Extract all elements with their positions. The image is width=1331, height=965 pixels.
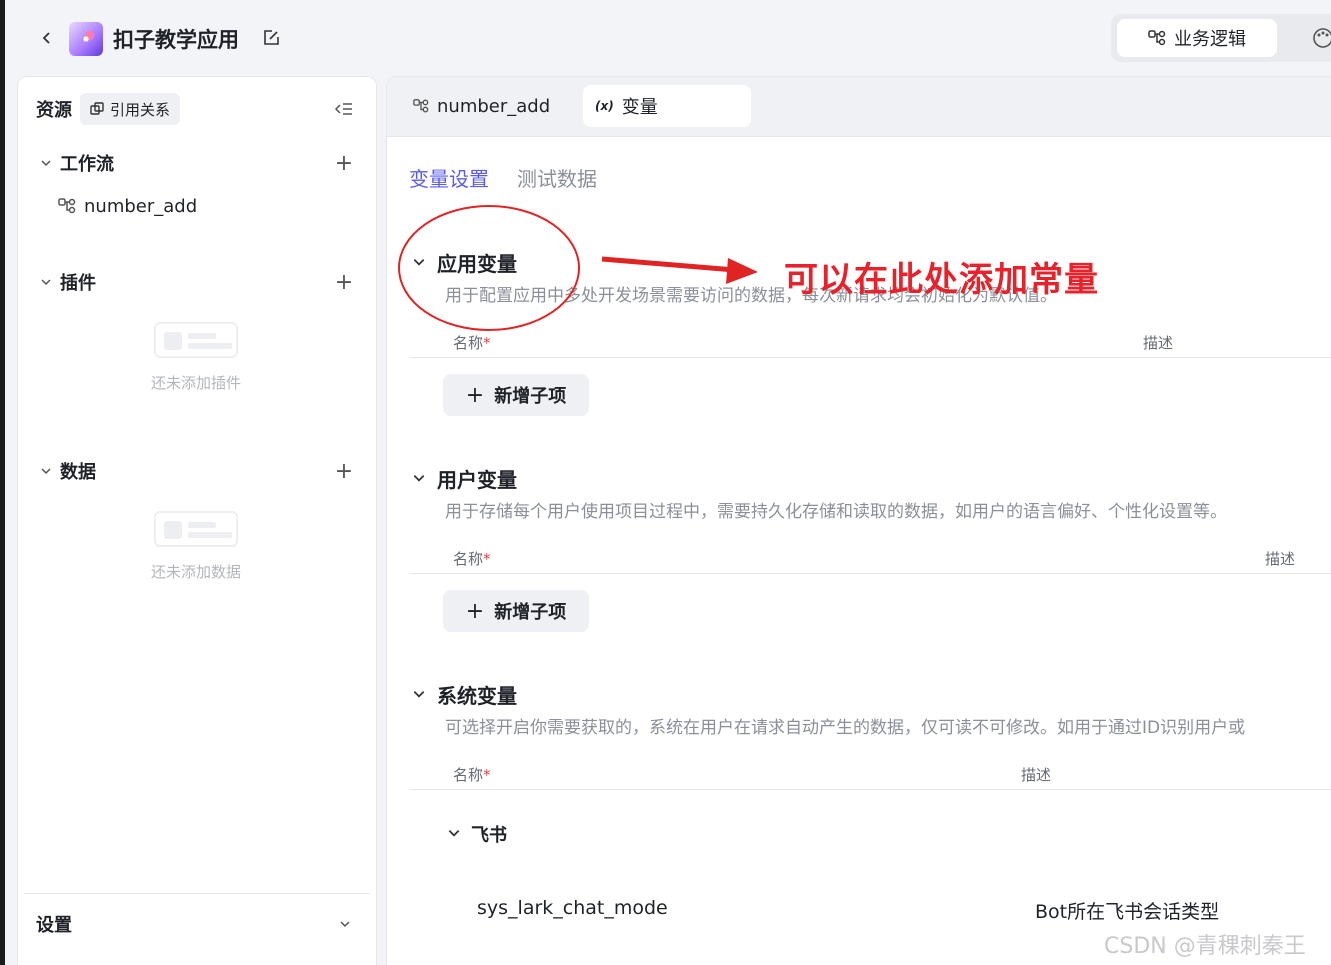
chevron-down-icon (409, 468, 429, 488)
app-title: 扣子教学应用 (113, 28, 239, 52)
user-variables-header[interactable]: 用户变量 (409, 463, 1331, 493)
settings-label: 设置 (36, 915, 72, 936)
main-panel: number_add (x) 变量 变量设置 测试数据 应用变量 用于配置应用中… (386, 76, 1331, 965)
watermark: CSDN @青稞刺秦王 (1104, 934, 1306, 959)
workflow-label: 工作流 (60, 154, 114, 175)
sidebar-item-number-add[interactable]: number_add (58, 191, 356, 221)
workflow-icon (1148, 30, 1166, 46)
add-data-icon[interactable]: + (332, 459, 356, 484)
plugin-section-header[interactable]: 插件 + (36, 266, 356, 298)
chevron-left-icon (42, 32, 50, 44)
add-user-variable-button[interactable]: + 新增子项 (443, 590, 589, 632)
left-edge (0, 0, 5, 965)
variable-icon: (x) (595, 99, 614, 113)
data-empty-text: 还未添加数据 (150, 563, 241, 581)
plugin-label: 插件 (60, 273, 96, 294)
sidebar-title: 资源 (36, 100, 72, 121)
add-workflow-icon[interactable]: + (332, 151, 356, 176)
reference-relation-button[interactable]: 引用关系 (80, 93, 181, 125)
biz-logic-button[interactable]: 业务逻辑 (1117, 19, 1277, 57)
app-header: 扣子教学应用 业务逻辑 (5, 0, 1331, 76)
system-variables-header[interactable]: 系统变量 (409, 679, 1331, 709)
add-label: 新增子项 (494, 602, 567, 623)
plugin-empty-state: 还未添加插件 (36, 322, 356, 393)
palette-icon[interactable] (1311, 26, 1331, 50)
edit-icon[interactable] (259, 26, 283, 50)
chevron-down-icon (447, 824, 461, 845)
workflow-section: 工作流 + number_add (36, 147, 356, 221)
reference-relation-label: 引用关系 (110, 100, 171, 119)
collapse-sidebar-icon[interactable] (334, 99, 354, 119)
col-name-header: 名称* (453, 334, 491, 352)
data-label: 数据 (60, 462, 96, 483)
chevron-down-icon (36, 153, 56, 173)
col-desc-header: 描述 (1021, 766, 1052, 784)
chevron-down-icon (36, 461, 56, 481)
col-desc-header: 描述 (1265, 550, 1296, 568)
feishu-group-label: 飞书 (471, 825, 507, 846)
data-empty-state: 还未添加数据 (36, 511, 356, 582)
plus-icon: + (465, 598, 485, 624)
sidebar-item-label: number_add (84, 195, 198, 217)
biz-logic-label: 业务逻辑 (1174, 29, 1246, 50)
system-variables-table-header: 名称* 描述 (409, 756, 1331, 790)
sidebar-divider (24, 893, 370, 894)
add-app-variable-button[interactable]: + 新增子项 (443, 374, 589, 416)
header-mode-switch: 业务逻辑 (1111, 14, 1331, 62)
plugin-empty-text: 还未添加插件 (150, 374, 241, 392)
chevron-down-icon (36, 272, 56, 292)
user-variables-table-header: 名称* 描述 (409, 540, 1331, 574)
plugin-section: 插件 + 还未添加插件 (36, 266, 356, 406)
user-variables-section: 用户变量 用于存储每个用户使用项目过程中，需要持久化存储和读取的数据，如用户的语… (409, 463, 1331, 632)
system-variables-section: 系统变量 可选择开启你需要获取的，系统在用户在请求自动产生的数据，仅可读不可修改… (409, 679, 1331, 790)
user-variables-title: 用户变量 (437, 467, 517, 492)
feishu-group-header[interactable]: 飞书 (447, 821, 507, 847)
settings-section-header[interactable]: 设置 (36, 909, 356, 939)
system-variable-desc: Bot所在飞书会话类型 (1035, 901, 1220, 923)
add-plugin-icon[interactable]: + (332, 270, 356, 295)
data-section-header[interactable]: 数据 + (36, 455, 356, 487)
back-button[interactable] (33, 24, 61, 52)
col-name-header: 名称* (453, 766, 491, 784)
plus-icon: + (465, 382, 485, 408)
tab-label: 变量 (621, 97, 658, 118)
tab-variables[interactable]: (x) 变量 (583, 85, 751, 127)
data-section: 数据 + 还未添加数据 (36, 455, 356, 595)
user-variables-desc: 用于存储每个用户使用项目过程中，需要持久化存储和读取的数据，如用户的语言偏好、个… (445, 502, 1227, 522)
col-desc-header: 描述 (1143, 334, 1174, 352)
tab-label: number_add (437, 95, 551, 117)
chevron-down-icon (334, 913, 356, 935)
workflow-icon (58, 198, 76, 214)
tab-variable-settings[interactable]: 变量设置 (409, 163, 489, 192)
sub-tabs: 变量设置 测试数据 (409, 163, 597, 192)
app-variables-table-header: 名称* 描述 (409, 324, 1331, 358)
file-tab-bar: number_add (x) 变量 (387, 77, 1331, 137)
system-variable-name: sys_lark_chat_mode (477, 897, 668, 919)
system-variables-desc: 可选择开启你需要获取的，系统在用户在请求自动产生的数据，仅可读不可修改。如用于通… (445, 718, 1246, 738)
copy-icon (90, 102, 104, 115)
app-logo (69, 22, 103, 56)
empty-placeholder-icon (154, 511, 238, 547)
col-name-header: 名称* (453, 550, 491, 568)
add-label: 新增子项 (494, 386, 567, 407)
system-variables-title: 系统变量 (437, 683, 517, 708)
tab-test-data[interactable]: 测试数据 (517, 163, 597, 192)
chevron-down-icon (409, 684, 429, 704)
workflow-section-header[interactable]: 工作流 + (36, 147, 356, 179)
empty-placeholder-icon (154, 322, 238, 358)
chevron-down-icon (409, 252, 429, 272)
annotation-text: 可以在此处添加常量 (784, 260, 1099, 300)
app-variables-title: 应用变量 (437, 251, 517, 276)
tab-number-add[interactable]: number_add (401, 85, 562, 127)
resource-sidebar: 资源 引用关系 工作流 + number_add 插件 + 还未添加插件 数据 … (17, 76, 377, 965)
workflow-icon (413, 99, 429, 113)
